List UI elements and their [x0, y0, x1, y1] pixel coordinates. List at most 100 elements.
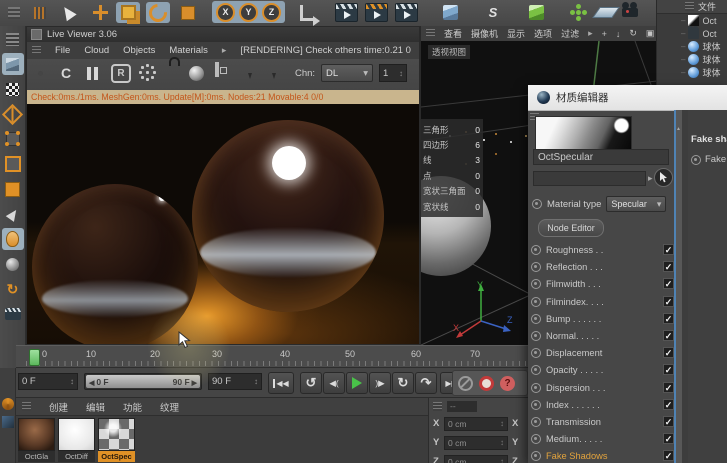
polygons-mode-button[interactable]: [2, 178, 24, 200]
subdivision-surface-button[interactable]: [524, 2, 548, 23]
dolly-view-icon[interactable]: ↓: [616, 29, 621, 39]
menu-grip-icon[interactable]: [426, 29, 435, 38]
material-editor-titlebar[interactable]: 材质编辑器: [528, 85, 727, 111]
viewport-name-label[interactable]: 透视视图: [428, 45, 470, 59]
render-output[interactable]: [27, 104, 419, 344]
toggle-view-icon[interactable]: ▣: [646, 28, 655, 39]
array-modeling-button[interactable]: [566, 2, 590, 23]
viewport-menu-filter[interactable]: 过滤: [561, 27, 579, 40]
object-manager-menu-file[interactable]: 文件: [698, 0, 716, 13]
param-checkbox[interactable]: [663, 382, 674, 393]
texture-mode-button[interactable]: [2, 78, 24, 100]
play-forwards-button[interactable]: [392, 372, 414, 394]
channel-count-field[interactable]: 1: [379, 64, 407, 82]
edges-mode-button[interactable]: [2, 153, 24, 175]
channel-dropdown[interactable]: DL: [321, 64, 373, 82]
object-item[interactable]: –Oct: [657, 14, 727, 27]
param-radio-icon[interactable]: [531, 297, 541, 307]
frame-range-slider[interactable]: 0 F 90 F: [84, 373, 202, 390]
play-backwards-button[interactable]: [300, 372, 322, 394]
region-render-button[interactable]: R: [111, 64, 131, 83]
param-radio-icon[interactable]: [531, 365, 541, 375]
param-radio-icon[interactable]: [531, 434, 541, 444]
camera-button[interactable]: [618, 2, 642, 23]
material-type-radio-icon[interactable]: [532, 199, 542, 209]
param-checkbox[interactable]: [663, 261, 674, 272]
param-radio-icon[interactable]: [531, 348, 541, 358]
timeline-playhead[interactable]: [29, 349, 40, 366]
autokey-record-button[interactable]: [479, 376, 494, 391]
lattice-mode-button[interactable]: [2, 103, 24, 125]
param-radio-icon[interactable]: [531, 451, 541, 461]
end-frame-field[interactable]: 90 F: [208, 373, 262, 390]
next-frame-button[interactable]: [369, 372, 391, 394]
material-assign-field[interactable]: [533, 171, 646, 186]
material-menu-texture[interactable]: 纹理: [160, 400, 179, 414]
current-frame-field[interactable]: 0 F: [18, 373, 78, 390]
node-editor-button[interactable]: Node Editor: [538, 219, 604, 237]
material-picker-button[interactable]: [654, 168, 673, 187]
param-checkbox[interactable]: [663, 244, 674, 255]
viewport-menu-view[interactable]: 查看: [444, 27, 462, 40]
keyframe-help-button[interactable]: ?: [500, 376, 515, 391]
viewport-menu-options[interactable]: 选项: [534, 27, 552, 40]
plugin-icon-blue[interactable]: [2, 416, 14, 428]
object-item[interactable]: –球体: [657, 40, 727, 53]
plugin-icon-orange[interactable]: [2, 398, 14, 410]
previous-frame-button[interactable]: [323, 372, 345, 394]
axis-y-button[interactable]: Y: [239, 3, 258, 22]
material-preview-image[interactable]: [535, 116, 632, 152]
material-menu-edit[interactable]: 编辑: [86, 400, 105, 414]
param-checkbox[interactable]: [663, 330, 674, 341]
menu-overflow-icon[interactable]: [588, 28, 593, 39]
range-bar[interactable]: 0 F 90 F: [86, 375, 200, 388]
param-radio-icon[interactable]: [531, 314, 541, 324]
move-tool-button[interactable]: [88, 2, 112, 23]
material-name-field[interactable]: OctSpecular: [533, 149, 669, 165]
menu-cloud[interactable]: Cloud: [84, 45, 109, 56]
position-z-field[interactable]: 0 cm: [444, 455, 508, 463]
axis-x-button[interactable]: X: [216, 3, 235, 22]
param-checkbox[interactable]: [663, 347, 674, 358]
menu-grip-icon[interactable]: [32, 46, 41, 55]
param-checkbox[interactable]: [663, 278, 674, 289]
object-item[interactable]: –Oct: [657, 27, 727, 40]
floor-button[interactable]: [594, 2, 618, 23]
param-checkbox[interactable]: [663, 399, 674, 410]
animation-palette-button[interactable]: [2, 303, 24, 325]
menu-grip-icon[interactable]: [433, 402, 442, 411]
record-disabled-icon[interactable]: [458, 376, 473, 391]
last-tool-button[interactable]: [176, 2, 200, 23]
param-radio-icon[interactable]: [531, 245, 541, 255]
render-settings-button[interactable]: [394, 2, 418, 23]
assign-expand-icon[interactable]: ▸: [648, 173, 653, 184]
position-y-field[interactable]: 0 cm: [444, 436, 508, 450]
material-thumbnail[interactable]: OctDiff: [58, 418, 95, 463]
pause-render-button[interactable]: [87, 67, 91, 80]
material-thumbnail[interactable]: OctGla: [18, 418, 55, 463]
goto-start-button[interactable]: [268, 372, 294, 394]
viewport-menu-camera[interactable]: 摄像机: [471, 27, 498, 40]
play-button[interactable]: [346, 372, 368, 394]
coordinates-mode-field[interactable]: --: [447, 401, 477, 412]
param-radio-icon[interactable]: [531, 279, 541, 289]
live-viewer-titlebar[interactable]: Live Viewer 3.06: [27, 27, 419, 42]
render-view-button[interactable]: [334, 2, 358, 23]
snap-button[interactable]: [2, 253, 24, 275]
param-checkbox[interactable]: [663, 450, 674, 461]
menu-materials[interactable]: Materials: [169, 45, 208, 56]
param-radio-icon[interactable]: [531, 383, 541, 393]
selection-tool-button[interactable]: [56, 2, 80, 23]
material-thumbnail-selected[interactable]: OctSpec: [98, 418, 135, 463]
layout-grid-icon[interactable]: [2, 2, 26, 23]
palette-icon[interactable]: [28, 2, 52, 23]
add-cube-button[interactable]: [438, 2, 462, 23]
param-radio-icon[interactable]: [531, 400, 541, 410]
undo-mode-button[interactable]: [2, 28, 24, 50]
spline-pen-button[interactable]: S: [481, 2, 505, 23]
param-checkbox[interactable]: [663, 313, 674, 324]
rotate-view-icon[interactable]: ↻: [629, 28, 637, 39]
axis-z-button[interactable]: Z: [262, 3, 281, 22]
viewport-menu-display[interactable]: 显示: [507, 27, 525, 40]
material-type-dropdown[interactable]: Specular: [606, 196, 666, 212]
